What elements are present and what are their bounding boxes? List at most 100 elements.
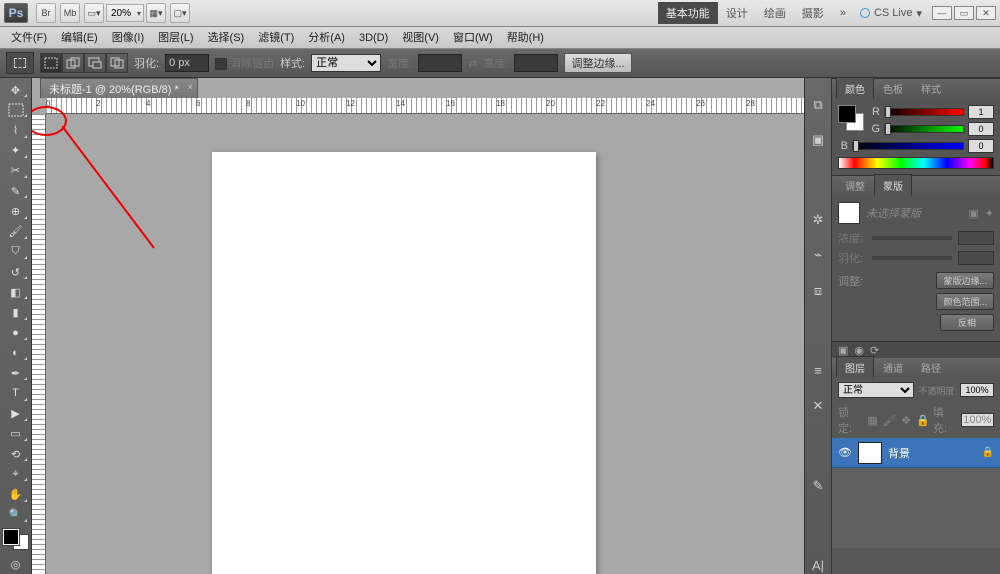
- lock-all-icon[interactable]: 🔒: [916, 413, 930, 427]
- close-button[interactable]: ✕: [976, 6, 996, 20]
- menu-3d[interactable]: 3D(D): [352, 27, 395, 49]
- layers-icon-3[interactable]: ⟳: [870, 344, 879, 356]
- cslive-button[interactable]: CS Live ▾: [860, 7, 922, 20]
- current-tool-indicator[interactable]: [6, 52, 34, 74]
- menu-layer[interactable]: 图层(L): [151, 27, 200, 49]
- restore-button[interactable]: ▭: [954, 6, 974, 20]
- layer-thumbnail[interactable]: [858, 442, 882, 464]
- tool-wand[interactable]: ✦: [3, 142, 29, 160]
- color-spectrum[interactable]: [838, 157, 994, 169]
- workspace-more[interactable]: »: [832, 2, 854, 24]
- feather-input[interactable]: [165, 54, 209, 72]
- screenmode2-icon[interactable]: ▢▾: [170, 3, 190, 23]
- menu-edit[interactable]: 编辑(E): [54, 27, 105, 49]
- r-slider[interactable]: [884, 108, 964, 116]
- workspace-paint[interactable]: 绘画: [756, 2, 794, 24]
- tool-3d[interactable]: ⟲: [3, 445, 29, 463]
- b-slider[interactable]: [852, 142, 964, 150]
- b-value-input[interactable]: [968, 139, 994, 153]
- menu-view[interactable]: 视图(V): [395, 27, 446, 49]
- tool-type[interactable]: T: [3, 384, 29, 402]
- tool-history-brush[interactable]: ↺: [3, 263, 29, 281]
- workspace-photo[interactable]: 摄影: [794, 2, 832, 24]
- menu-window[interactable]: 窗口(W): [446, 27, 500, 49]
- zoom-select[interactable]: 20%: [106, 4, 144, 22]
- lock-pixels-icon[interactable]: 🖌: [882, 413, 896, 427]
- info-panel-icon[interactable]: ✕: [808, 397, 828, 414]
- foreground-color[interactable]: [3, 529, 19, 545]
- fill-value[interactable]: 100%: [961, 413, 994, 427]
- menu-filter[interactable]: 滤镜(T): [251, 27, 301, 49]
- g-slider[interactable]: [884, 125, 964, 133]
- menu-image[interactable]: 图像(I): [105, 27, 151, 49]
- pixel-mask-icon[interactable]: ▣: [968, 207, 978, 220]
- tool-zoom[interactable]: 🔍: [3, 506, 29, 524]
- paragraph-panel-icon[interactable]: A|: [808, 557, 828, 574]
- tool-pen[interactable]: ✒: [3, 364, 29, 382]
- tool-hand[interactable]: ✋: [3, 485, 29, 503]
- menu-file[interactable]: 文件(F): [4, 27, 54, 49]
- tab-swatches[interactable]: 色板: [874, 77, 912, 99]
- tool-eraser[interactable]: ◧: [3, 283, 29, 301]
- sel-add-icon[interactable]: [62, 53, 84, 73]
- panel-color-swatches[interactable]: [838, 105, 864, 131]
- sel-intersect-icon[interactable]: [106, 53, 128, 73]
- tab-channels[interactable]: 通道: [874, 356, 912, 378]
- tab-layers[interactable]: 图层: [836, 356, 874, 378]
- tab-masks[interactable]: 蒙版: [874, 174, 912, 196]
- tool-blur[interactable]: ●: [3, 324, 29, 342]
- tool-dodge[interactable]: ◐: [3, 344, 29, 362]
- char-panel-icon[interactable]: ≡: [808, 362, 828, 379]
- tool-shape[interactable]: ▭: [3, 425, 29, 443]
- tab-color[interactable]: 颜色: [836, 77, 874, 99]
- mask-edge-button[interactable]: 蒙版边缘...: [936, 272, 994, 289]
- tab-styles[interactable]: 样式: [912, 77, 950, 99]
- tool-gradient[interactable]: ▮: [3, 303, 29, 321]
- tool-3dcamera[interactable]: ⌖: [3, 465, 29, 483]
- tab-paths[interactable]: 路径: [912, 356, 950, 378]
- history-panel-icon[interactable]: ⧉: [808, 96, 828, 113]
- blend-mode-select[interactable]: 正常: [838, 382, 914, 398]
- document-tab[interactable]: 未标题-1 @ 20%(RGB/8) * ×: [40, 78, 198, 98]
- menu-help[interactable]: 帮助(H): [500, 27, 551, 49]
- tool-brush[interactable]: 🖌: [3, 223, 29, 241]
- tool-marquee[interactable]: [3, 101, 29, 119]
- layer-name[interactable]: 背景: [888, 445, 910, 461]
- tool-move[interactable]: ✥: [3, 81, 29, 99]
- style-select[interactable]: 正常: [311, 54, 381, 72]
- menu-select[interactable]: 选择(S): [201, 27, 252, 49]
- visibility-toggle-icon[interactable]: 👁: [838, 446, 852, 459]
- clone-source-icon[interactable]: ⧈: [808, 282, 828, 299]
- tool-quickmask[interactable]: ◎: [3, 555, 29, 573]
- panel-fg-color[interactable]: [838, 105, 856, 123]
- actions-panel-icon[interactable]: ▣: [808, 131, 828, 148]
- close-tab-icon[interactable]: ×: [187, 82, 192, 92]
- refine-edge-button[interactable]: 调整边缘...: [564, 53, 631, 73]
- lock-transparent-icon[interactable]: ▦: [866, 413, 880, 427]
- layers-icon-2[interactable]: ◉: [854, 344, 864, 356]
- layer-row[interactable]: 👁 背景 🔒: [832, 438, 1000, 468]
- tool-healing[interactable]: ⊕: [3, 202, 29, 220]
- brush-panel-icon[interactable]: ⌁: [808, 247, 828, 264]
- workspace-basic[interactable]: 基本功能: [658, 2, 718, 24]
- menu-analysis[interactable]: 分析(A): [301, 27, 352, 49]
- tool-path-select[interactable]: ▶: [3, 405, 29, 423]
- tab-adjustments[interactable]: 调整: [836, 174, 874, 196]
- minibridge-icon[interactable]: Mb: [60, 3, 80, 23]
- layers-icon-1[interactable]: ▣: [838, 344, 848, 356]
- workspace-design[interactable]: 设计: [718, 2, 756, 24]
- minimize-button[interactable]: —: [932, 6, 952, 20]
- r-value-input[interactable]: [968, 105, 994, 119]
- color-swatches[interactable]: [3, 529, 29, 550]
- g-value-input[interactable]: [968, 122, 994, 136]
- arrange-icon[interactable]: ▦▾: [146, 3, 166, 23]
- canvas[interactable]: [212, 152, 596, 574]
- sel-new-icon[interactable]: [40, 53, 62, 73]
- tool-lasso[interactable]: ⌇: [3, 121, 29, 139]
- brush-preset-icon[interactable]: ✲: [808, 211, 828, 228]
- screenmode-icon[interactable]: ▭▾: [84, 3, 104, 23]
- vector-mask-icon[interactable]: ✦: [985, 207, 994, 220]
- tool-crop[interactable]: ✂: [3, 162, 29, 180]
- sel-subtract-icon[interactable]: [84, 53, 106, 73]
- color-range-button[interactable]: 颜色范围...: [936, 293, 994, 310]
